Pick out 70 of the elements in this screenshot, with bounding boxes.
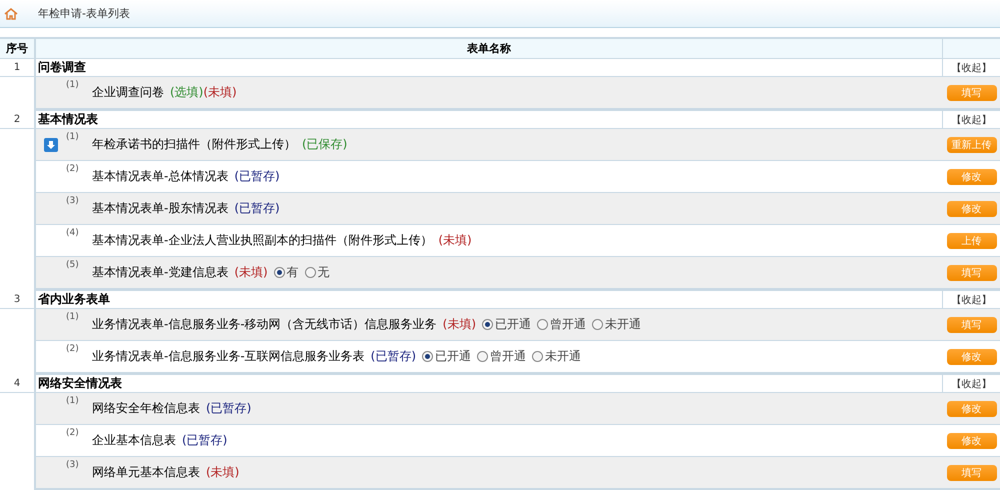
action-button[interactable]: 重新上传 [946,136,996,152]
form-name: 基本情况表单-党建信息表 [92,264,228,281]
breadcrumb: 年检申请-表单列表 [38,6,130,21]
radio-label: 已开通 [495,316,532,333]
form-name: 网络单元基本信息表 [92,464,200,481]
item-number: (1) [66,396,80,406]
radio-button[interactable] [537,319,548,330]
action-button[interactable]: 填写 [946,316,996,332]
status-label: (已暂存) [234,200,280,217]
item-number: (5) [66,260,80,270]
form-name: 基本情况表单-企业法人营业执照副本的扫描件（附件形式上传） [92,232,432,249]
form-name: 业务情况表单-信息服务业务-移动网（含无线市话）信息服务业务 [92,316,437,333]
row-number: 4 [0,375,36,393]
form-name: 基本情况表单-总体情况表 [92,168,228,185]
form-name: 业务情况表单-信息服务业务-互联网信息服务业务表 [92,348,365,365]
status-label: (已暂存) [370,348,416,365]
action-button[interactable]: 修改 [946,400,996,416]
download-icon[interactable] [44,138,58,152]
column-header: 表单名称 [36,39,943,59]
status-label: (未填) [438,232,472,249]
item-number: (2) [66,344,80,354]
row-number: 2 [0,111,36,129]
form-name: 网络安全年检信息表 [92,400,200,417]
item-number: (4) [66,228,80,238]
action-button[interactable]: 上传 [946,232,996,248]
form-name: 企业调查问卷 [92,84,164,101]
radio-label: 有 [286,264,299,281]
status-label: (未填) [206,464,240,481]
form-name: 基本情况表单-股东情况表 [92,200,228,217]
form-name: 企业基本信息表 [92,432,176,449]
action-button[interactable]: 填写 [946,264,996,280]
radio-button[interactable] [304,267,316,278]
action-button[interactable]: 填写 [946,84,996,100]
form-name: 年检承诺书的扫描件（附件形式上传） [92,136,296,153]
action-button[interactable]: 填写 [946,464,996,480]
row-number: 1 [0,59,36,77]
status-label: (已保存) [302,136,348,153]
radio-button[interactable] [477,351,488,362]
radio-label: 曾开通 [490,348,526,365]
item-number: (2) [66,164,80,174]
status-label: (已暂存) [206,400,252,417]
home-icon[interactable] [4,8,18,20]
item-number: (1) [66,80,80,90]
column-header: 序号 [0,39,36,59]
status-label: (已暂存) [234,168,280,185]
row-number: 3 [0,291,36,309]
radio-button[interactable] [592,319,604,330]
status-label: (未填) [203,84,237,101]
action-button[interactable]: 修改 [946,200,996,216]
status-label: (未填) [442,316,476,333]
item-number: (1) [66,132,80,142]
radio-button[interactable] [274,267,285,278]
item-number: (2) [66,428,80,438]
radio-button[interactable] [532,351,544,362]
radio-label: 已开通 [435,348,472,365]
item-number: (3) [66,196,80,206]
status-label: (已暂存) [182,432,228,449]
radio-button[interactable] [482,319,494,330]
item-number: (3) [66,460,80,470]
radio-label: 未开通 [605,316,642,333]
radio-button[interactable] [422,351,434,362]
radio-label: 曾开通 [550,316,586,333]
action-button[interactable]: 修改 [946,432,996,448]
radio-label: 未开通 [545,348,582,365]
status-label: (选填) [170,84,204,101]
item-number: (1) [66,312,80,322]
action-button[interactable]: 修改 [946,348,996,364]
status-label: (未填) [234,264,268,281]
radio-label: 无 [318,264,330,281]
action-button[interactable]: 修改 [946,168,996,184]
